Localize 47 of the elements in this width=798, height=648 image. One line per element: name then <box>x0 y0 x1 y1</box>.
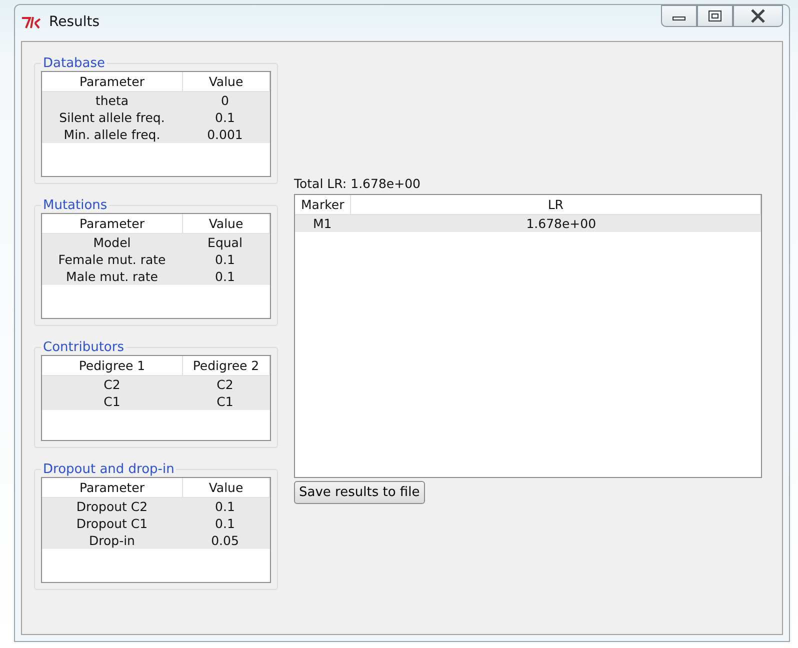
column-header[interactable]: Value <box>183 72 270 91</box>
group-title: Mutations <box>42 198 108 213</box>
table-cell-text: Dropout C2 <box>75 498 149 515</box>
minimize-button[interactable] <box>661 5 697 27</box>
table-cell-text: 0.1 <box>214 498 236 515</box>
window-title: Results <box>49 14 100 30</box>
table-cell-text: 0 <box>220 92 230 109</box>
table-cell-text: Model <box>92 234 132 251</box>
table-cell-text: C2 <box>216 376 234 393</box>
group-title: Contributors <box>42 340 125 355</box>
column-header[interactable]: Pedigree 2 <box>183 356 270 375</box>
maximize-button[interactable] <box>697 5 733 27</box>
total-lr-label: Total LR: 1.678e+00 <box>294 176 422 191</box>
save-button[interactable]: Save results to file <box>294 481 425 504</box>
table-cell-text: 0.1 <box>214 515 236 532</box>
column-header[interactable]: Parameter <box>42 214 183 233</box>
table-cell-text: 1.678e+00 <box>525 215 598 232</box>
table-cell-text: 0.1 <box>214 268 236 285</box>
maximize-icon <box>708 10 722 22</box>
table-cell-text: Equal <box>206 234 244 251</box>
table-cell-text: Drop-in <box>88 532 136 549</box>
table-cell-text: 0.1 <box>214 109 236 126</box>
table-cell-text: Male mut. rate <box>65 268 159 285</box>
close-icon <box>750 9 766 23</box>
column-header[interactable]: LR <box>351 195 761 214</box>
column-header[interactable]: Parameter <box>42 72 183 91</box>
table-cell-text: Silent allele freq. <box>58 109 166 126</box>
column-header[interactable]: Parameter <box>42 478 183 497</box>
table-cell-text: Dropout C1 <box>75 515 149 532</box>
column-header[interactable]: Marker <box>295 195 352 214</box>
table-cell-text: C1 <box>216 393 234 410</box>
column-header[interactable]: Pedigree 1 <box>42 356 183 375</box>
column-header[interactable]: Value <box>183 478 270 497</box>
close-button[interactable] <box>733 5 783 27</box>
table-cell-text: Min. allele freq. <box>62 126 162 143</box>
table-cell-text: C1 <box>102 393 122 410</box>
table-cell-text: 0.1 <box>214 251 236 268</box>
column-header[interactable]: Value <box>183 214 270 233</box>
table-cell-text: 0.05 <box>210 532 240 549</box>
app-logo-icon <box>21 15 43 29</box>
group-title: Database <box>42 56 106 71</box>
table-cell-text: theta <box>94 92 130 109</box>
table-cell-text: C2 <box>102 376 122 393</box>
table-cell-text: Female mut. rate <box>57 251 167 268</box>
group-title: Dropout and drop-in <box>42 462 176 477</box>
table-cell-text: 0.001 <box>206 126 244 143</box>
table-cell-text: M1 <box>312 215 333 232</box>
